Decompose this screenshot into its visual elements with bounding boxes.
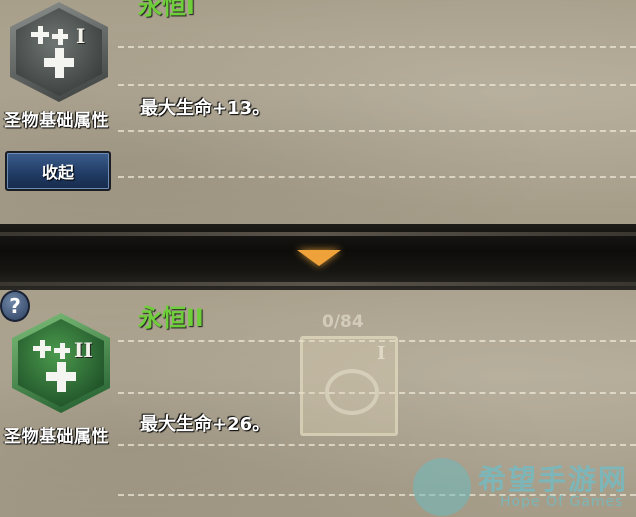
card-numeral: I: [377, 343, 386, 364]
stat-effect-text: 最大生命+26。: [140, 414, 271, 435]
relic-category-label: 圣物基础属性: [4, 111, 109, 131]
divider-line: [118, 176, 636, 178]
watermark-subtitle: Hope Of Games: [500, 494, 624, 510]
tier-numeral: I: [76, 24, 86, 48]
watermark-logo-icon: [413, 458, 471, 516]
tier-title-top: 永恒I: [138, 0, 195, 20]
divider-line: [118, 444, 636, 446]
tier-title-bottom: 永恒II: [138, 304, 204, 332]
background-relic-card: I: [300, 336, 398, 436]
item-count: 0/84: [322, 312, 364, 332]
relic-category-label: 圣物基础属性: [4, 427, 109, 447]
divider-line: [118, 130, 636, 132]
watermark-title: 希望手游网: [478, 463, 629, 496]
question-circle-icon[interactable]: ?: [0, 290, 30, 322]
tier-numeral: II: [74, 338, 93, 362]
divider-line: [118, 84, 636, 86]
divider-line: [118, 46, 636, 48]
stat-effect-text: 最大生命+13。: [140, 98, 271, 119]
triangle-down-icon[interactable]: [297, 250, 341, 266]
collapse-button[interactable]: 收起: [5, 151, 111, 191]
